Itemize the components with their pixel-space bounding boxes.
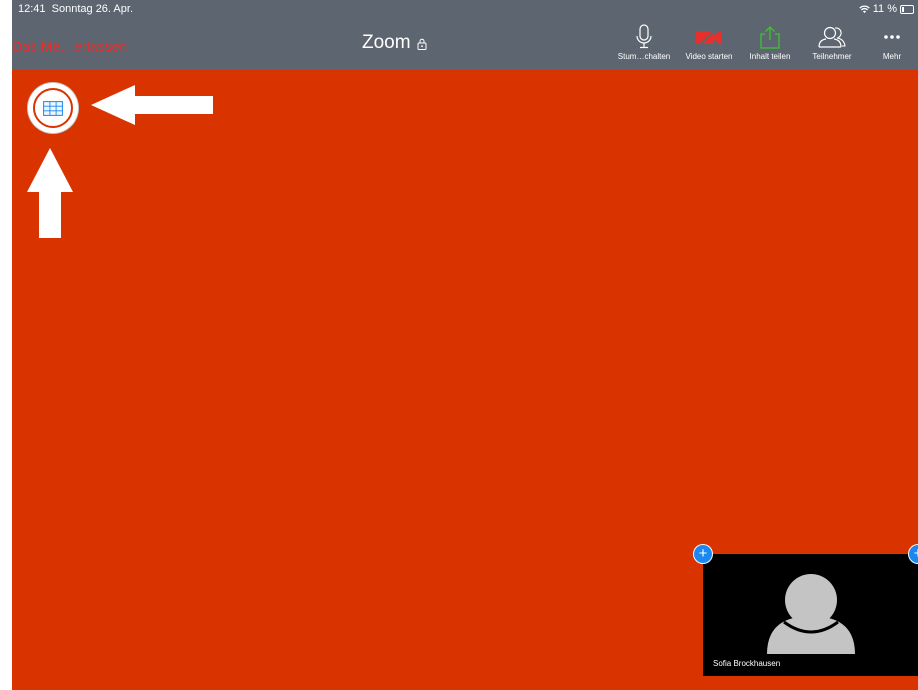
up-arrow-annotation <box>27 148 73 238</box>
plus-icon-right: + <box>913 545 918 562</box>
gallery-view-button[interactable] <box>28 83 78 133</box>
meeting-screen: 12:41 Sonntag 26. Apr. 11 % Das Me…erlas… <box>12 0 918 690</box>
status-right: 11 % <box>859 3 914 15</box>
avatar-icon <box>767 574 855 654</box>
start-video-button[interactable]: Video starten <box>678 22 740 61</box>
status-time: 12:41 <box>18 3 46 15</box>
video-off-icon <box>696 27 722 47</box>
grid-icon <box>43 100 63 116</box>
self-video-thumbnail[interactable]: Sofia Brockhausen <box>703 554 918 676</box>
plus-icon: + <box>698 545 708 562</box>
status-bar: 12:41 Sonntag 26. Apr. 11 % <box>12 0 918 18</box>
more-label: Mehr <box>882 52 902 61</box>
mute-button-label: Stum…chalten <box>617 52 671 61</box>
meeting-toolbar: Das Me…erlassen Zoom Stum…chalten Video … <box>12 18 918 70</box>
more-icon <box>884 35 900 39</box>
share-content-label: Inhalt teilen <box>749 52 791 61</box>
battery-icon <box>900 4 914 14</box>
self-video-name: Sofia Brockhausen <box>713 659 781 668</box>
meeting-title: Zoom <box>362 32 427 54</box>
status-time-date: 12:41 Sonntag 26. Apr. <box>18 3 133 15</box>
start-video-label: Video starten <box>685 52 733 61</box>
participants-label: Teilnehmer <box>812 52 852 61</box>
leave-meeting-button[interactable]: Das Me…erlassen <box>12 38 127 54</box>
mute-button[interactable]: Stum…chalten <box>614 22 674 61</box>
gallery-view-ring <box>33 88 73 128</box>
participants-icon <box>818 26 846 48</box>
share-icon <box>760 26 780 49</box>
left-arrow-annotation <box>91 85 213 125</box>
more-button[interactable]: Mehr <box>874 22 910 61</box>
share-content-button[interactable]: Inhalt teilen <box>742 22 798 61</box>
wifi-icon <box>859 5 870 13</box>
meeting-title-text: Zoom <box>362 32 411 53</box>
status-date: Sonntag 26. Apr. <box>51 3 134 15</box>
add-button-left[interactable]: + <box>694 545 712 563</box>
battery-percentage: 11 % <box>872 3 897 15</box>
lock-icon <box>417 38 427 50</box>
microphone-icon <box>636 24 652 49</box>
participants-button[interactable]: Teilnehmer <box>804 22 860 61</box>
